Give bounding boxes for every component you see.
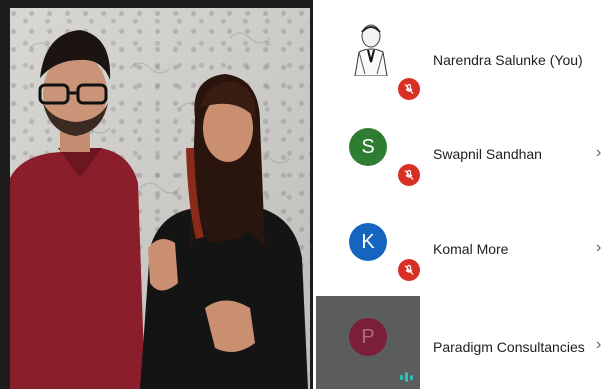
mic-off-icon <box>404 264 414 275</box>
mic-muted-badge <box>398 78 420 100</box>
avatar-tile: K <box>316 201 420 296</box>
video-scene <box>10 30 308 389</box>
avatar-initial: P <box>361 325 375 348</box>
person-woman <box>140 74 308 389</box>
avatar-tile <box>316 8 420 103</box>
avatar-tile: S <box>316 106 420 201</box>
mic-muted-badge <box>398 164 420 186</box>
speaking-indicator-icon <box>400 372 413 382</box>
video-feed[interactable] <box>10 8 310 389</box>
avatar: S <box>349 128 387 166</box>
chevron-right-icon[interactable]: › <box>596 336 601 354</box>
participant-row-paradigm[interactable]: P Paradigm Consultancies › <box>316 296 609 389</box>
avatar: P <box>349 318 387 356</box>
mic-muted-badge <box>398 259 420 281</box>
participant-name: Swapnil Sandhan <box>433 146 542 162</box>
participant-name: Narendra Salunke (You) <box>433 52 583 68</box>
chevron-right-icon[interactable]: › <box>596 144 601 162</box>
mic-off-icon <box>404 83 414 94</box>
mic-off-icon <box>404 169 414 180</box>
person-man <box>10 30 145 389</box>
participant-row-komal[interactable]: K Komal More › <box>316 201 609 296</box>
avatar-initial: K <box>361 230 375 253</box>
avatar-initial: S <box>361 135 375 158</box>
avatar-tile: P <box>316 296 420 389</box>
participant-name: Paradigm Consultancies <box>433 339 585 355</box>
chevron-right-icon[interactable]: › <box>596 239 601 257</box>
participant-name: Komal More <box>433 241 509 257</box>
avatar: K <box>349 223 387 261</box>
participant-row-swapnil[interactable]: S Swapnil Sandhan › <box>316 106 609 201</box>
video-feed-panel[interactable] <box>0 0 313 389</box>
participant-row-narendra[interactable]: Narendra Salunke (You) <box>316 8 609 103</box>
sketch-portrait-avatar-icon <box>354 24 388 76</box>
participant-list: Narendra Salunke (You) S Swapnil Sandhan… <box>316 0 609 389</box>
